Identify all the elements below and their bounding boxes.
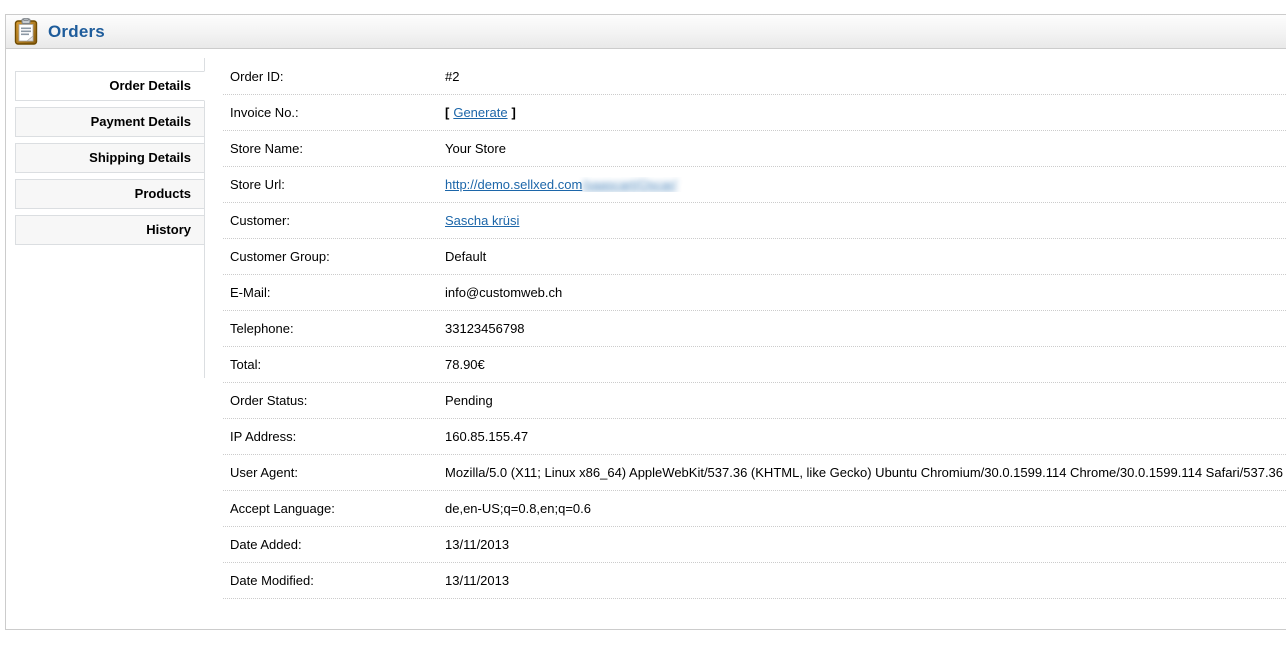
- store-url-visible: http://demo.sellxed.com: [445, 177, 582, 192]
- row-value: #2: [445, 69, 1286, 84]
- row-total: Total: 78.90€: [223, 347, 1286, 383]
- row-label: Total:: [223, 357, 445, 372]
- generate-invoice-link[interactable]: Generate: [453, 105, 507, 120]
- store-url-link[interactable]: http://demo.sellxed.com/saascart/Oscar/: [445, 177, 677, 192]
- order-section-tabs: Order Details Payment Details Shipping D…: [15, 71, 205, 251]
- row-customer-group: Customer Group: Default: [223, 239, 1286, 275]
- row-store-url: Store Url: http://demo.sellxed.com/saasc…: [223, 167, 1286, 203]
- row-value: 13/11/2013: [445, 537, 1286, 552]
- tab-order-details[interactable]: Order Details: [15, 71, 205, 101]
- customer-link[interactable]: Sascha krüsi: [445, 213, 519, 228]
- row-date-modified: Date Modified: 13/11/2013: [223, 563, 1286, 599]
- row-store-name: Store Name: Your Store: [223, 131, 1286, 167]
- row-invoice-no: Invoice No.: [ Generate]: [223, 95, 1286, 131]
- row-ip-address: IP Address: 160.85.155.47: [223, 419, 1286, 455]
- row-value: 13/11/2013: [445, 573, 1286, 588]
- store-url-blurred-segment: /saascart/Oscar/: [582, 177, 677, 192]
- row-label: Customer:: [223, 213, 445, 228]
- row-label: Telephone:: [223, 321, 445, 336]
- row-telephone: Telephone: 33123456798: [223, 311, 1286, 347]
- row-value: Mozilla/5.0 (X11; Linux x86_64) AppleWeb…: [445, 465, 1286, 480]
- row-label: Invoice No.:: [223, 105, 445, 120]
- panel-content: Order Details Payment Details Shipping D…: [6, 49, 1286, 629]
- tab-payment-details[interactable]: Payment Details: [15, 107, 205, 137]
- row-value: [ Generate]: [445, 105, 1286, 120]
- bracket-close: ]: [512, 105, 516, 120]
- row-label: IP Address:: [223, 429, 445, 444]
- row-label: Store Url:: [223, 177, 445, 192]
- row-order-id: Order ID: #2: [223, 59, 1286, 95]
- row-value: Pending: [445, 393, 1286, 408]
- orders-panel: Orders Order Details Payment Details Shi…: [5, 14, 1286, 630]
- bracket-open: [: [445, 105, 449, 120]
- tab-shipping-details[interactable]: Shipping Details: [15, 143, 205, 173]
- row-email: E-Mail: info@customweb.ch: [223, 275, 1286, 311]
- row-label: Date Modified:: [223, 573, 445, 588]
- row-label: Order ID:: [223, 69, 445, 84]
- row-value: info@customweb.ch: [445, 285, 1286, 300]
- row-label: Date Added:: [223, 537, 445, 552]
- panel-heading: Orders: [6, 15, 1286, 49]
- row-user-agent: User Agent: Mozilla/5.0 (X11; Linux x86_…: [223, 455, 1286, 491]
- tab-products[interactable]: Products: [15, 179, 205, 209]
- row-label: User Agent:: [223, 465, 445, 480]
- row-date-added: Date Added: 13/11/2013: [223, 527, 1286, 563]
- row-value: Sascha krüsi: [445, 213, 1286, 228]
- row-value: de,en-US;q=0.8,en;q=0.6: [445, 501, 1286, 516]
- row-label: Order Status:: [223, 393, 445, 408]
- page-title: Orders: [48, 22, 105, 42]
- row-label: Accept Language:: [223, 501, 445, 516]
- orders-clipboard-icon: [14, 18, 38, 45]
- row-accept-language: Accept Language: de,en-US;q=0.8,en;q=0.6: [223, 491, 1286, 527]
- row-customer: Customer: Sascha krüsi: [223, 203, 1286, 239]
- row-value: 78.90€: [445, 357, 1286, 372]
- tab-history[interactable]: History: [15, 215, 205, 245]
- row-label: Customer Group:: [223, 249, 445, 264]
- row-value: Your Store: [445, 141, 1286, 156]
- row-value: Default: [445, 249, 1286, 264]
- row-value: 33123456798: [445, 321, 1286, 336]
- row-label: Store Name:: [223, 141, 445, 156]
- row-value: http://demo.sellxed.com/saascart/Oscar/: [445, 177, 1286, 192]
- row-label: E-Mail:: [223, 285, 445, 300]
- row-value: 160.85.155.47: [445, 429, 1286, 444]
- order-details-table: Order ID: #2 Invoice No.: [ Generate] Sto…: [223, 59, 1286, 599]
- row-order-status: Order Status: Pending: [223, 383, 1286, 419]
